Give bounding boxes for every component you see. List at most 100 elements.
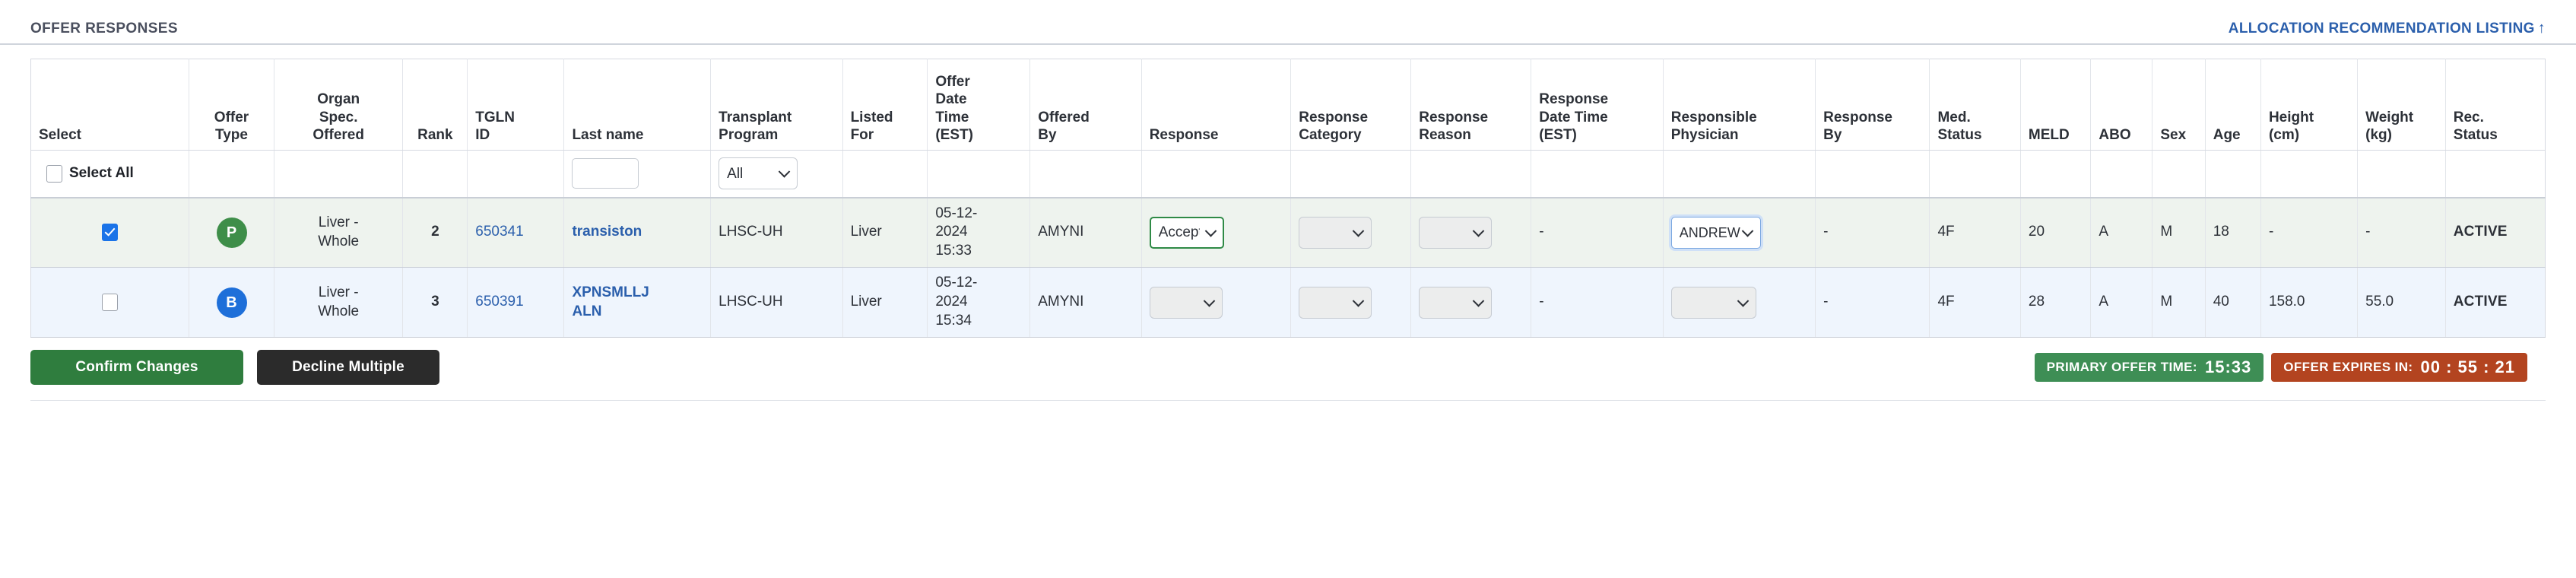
row-abo-cell: A: [2090, 197, 2153, 268]
row-sex-cell: M: [2152, 267, 2206, 338]
table-header-row: Select Offer Type Organ Spec. Offered Rank …: [30, 59, 2546, 151]
row-listed-for-cell: Liver: [842, 267, 928, 338]
row-tgln-id-cell: 650341: [467, 197, 565, 268]
row-transplant-program-cell: LHSC-UH: [710, 267, 843, 338]
row-last-name-cell: XPNSMLLJ ALN: [563, 267, 712, 338]
row-organ-spec-cell: Liver - Whole: [273, 197, 404, 268]
row-age-cell: 18: [2204, 197, 2261, 268]
filter-response-reason-cell: [1410, 150, 1532, 198]
col-header-med-status: Med. Status: [1929, 59, 2021, 151]
response-category-select-wrap: [1299, 286, 1372, 319]
footer-timers: PRIMARY OFFER TIME: 15:33 OFFER EXPIRES …: [2034, 353, 2546, 382]
filter-select-all-cell: Select All: [30, 150, 190, 198]
offer-type-badge: P: [216, 217, 247, 248]
row-response-category-cell: [1290, 197, 1412, 268]
offer-expires-label: OFFER EXPIRES IN:: [2283, 360, 2413, 374]
response-category-select[interactable]: [1299, 286, 1372, 319]
last-name-link[interactable]: transiston: [572, 224, 642, 240]
col-header-age: Age: [2204, 59, 2261, 151]
bottom-divider: [30, 400, 2546, 401]
offer-responses-table-wrap: Select Offer Type Organ Spec. Offered Rank …: [0, 45, 2576, 338]
col-header-height: Height (cm): [2260, 59, 2359, 151]
row-response-reason-cell: [1410, 197, 1532, 268]
filter-rank-cell: [402, 150, 468, 198]
row-tgln-id-cell: 650391: [467, 267, 565, 338]
confirm-changes-button[interactable]: Confirm Changes: [30, 350, 243, 385]
response-select-wrap: Accept: [1149, 216, 1224, 249]
row-offer-type-cell: P: [189, 197, 274, 268]
col-header-listed-for: Listed For: [842, 59, 928, 151]
primary-offer-time-value: 15:33: [2204, 357, 2252, 376]
table-row: B Liver - Whole 3 650391 XPNSMLLJ ALN LHSC…: [30, 267, 2546, 338]
response-category-select[interactable]: [1299, 216, 1372, 249]
tgln-id-link[interactable]: 650341: [475, 224, 523, 240]
response-reason-select[interactable]: [1419, 216, 1493, 249]
filter-age-cell: [2204, 150, 2261, 198]
row-rank-cell: 2: [402, 197, 468, 268]
row-select-cell: [30, 197, 190, 268]
col-header-sex: Sex: [2152, 59, 2206, 151]
response-reason-select[interactable]: [1419, 286, 1493, 319]
row-sex-cell: M: [2152, 197, 2206, 268]
footer-action-buttons: Confirm Changes Decline Multiple: [30, 350, 439, 385]
row-select-cell: [30, 267, 190, 338]
filter-listed-for-cell: [842, 150, 928, 198]
responsible-physician-select[interactable]: [1670, 286, 1756, 319]
row-select-checkbox[interactable]: [102, 223, 119, 241]
filter-offer-type-cell: [189, 150, 274, 198]
row-age-cell: 40: [2204, 267, 2261, 338]
response-category-select-wrap: [1299, 216, 1372, 249]
filter-offer-dt-cell: [927, 150, 1031, 198]
allocation-recommendation-listing-link[interactable]: ALLOCATION RECOMMENDATION LISTING ↑: [2229, 20, 2546, 37]
table-row: P Liver - Whole 2 650341 transiston LHSC-…: [30, 197, 2546, 268]
row-select-checkbox[interactable]: [102, 293, 119, 311]
filter-responsible-physician-cell: [1662, 150, 1816, 198]
col-header-tgln-id: TGLN ID: [467, 59, 565, 151]
filter-meld-cell: [2019, 150, 2092, 198]
row-organ-spec-cell: Liver - Whole: [273, 267, 404, 338]
col-header-rank: Rank: [402, 59, 468, 151]
filter-med-status-cell: [1929, 150, 2021, 198]
col-header-organ-spec-offered: Organ Spec. Offered: [273, 59, 404, 151]
row-response-cell: Accept: [1140, 197, 1292, 268]
offer-expires-badge: OFFER EXPIRES IN: 00 : 55 : 21: [2271, 353, 2527, 382]
page-title: OFFER RESPONSES: [30, 21, 178, 37]
col-header-rec-status: Rec. Status: [2444, 59, 2546, 151]
row-meld-cell: 20: [2019, 197, 2092, 268]
response-select[interactable]: [1149, 286, 1223, 319]
allocation-link-label: ALLOCATION RECOMMENDATION LISTING: [2228, 21, 2535, 37]
filter-height-cell: [2260, 150, 2359, 198]
filter-sex-cell: [2152, 150, 2206, 198]
select-all-toggle[interactable]: Select All: [39, 164, 181, 183]
row-offer-dt-cell: 05-12- 2024 15:34: [927, 267, 1031, 338]
filter-transplant-program-cell: All: [710, 150, 843, 198]
last-name-link[interactable]: XPNSMLLJ ALN: [572, 284, 649, 319]
col-header-meld: MELD: [2019, 59, 2092, 151]
transplant-program-filter-wrap: All: [719, 157, 798, 190]
tgln-id-link[interactable]: 650391: [475, 294, 523, 310]
row-offer-type-cell: B: [189, 267, 274, 338]
decline-multiple-button[interactable]: Decline Multiple: [257, 350, 439, 385]
select-all-checkbox[interactable]: [46, 164, 62, 183]
col-header-response-by: Response By: [1815, 59, 1930, 151]
filter-tgln-id-cell: [467, 150, 565, 198]
responsible-physician-select-wrap: [1670, 286, 1756, 319]
filter-response-cell: [1140, 150, 1292, 198]
row-weight-cell: -: [2357, 197, 2446, 268]
col-header-select: Select: [30, 59, 190, 151]
transplant-program-filter-select[interactable]: All: [719, 157, 798, 190]
filter-offered-by-cell: [1029, 150, 1142, 198]
row-offer-dt-cell: 05-12- 2024 15:33: [927, 197, 1031, 268]
col-header-last-name: Last name: [563, 59, 712, 151]
col-header-offer-type: Offer Type: [189, 59, 274, 151]
row-meld-cell: 28: [2019, 267, 2092, 338]
filter-organ-spec-cell: [273, 150, 404, 198]
response-select[interactable]: Accept: [1149, 216, 1224, 249]
filter-last-name-cell: [563, 150, 712, 198]
last-name-filter-input[interactable]: [572, 158, 639, 189]
responsible-physician-select[interactable]: ANDREW: [1670, 216, 1761, 249]
offer-type-badge: B: [216, 287, 247, 318]
filter-response-dt-cell: [1531, 150, 1664, 198]
row-med-status-cell: 4F: [1929, 197, 2021, 268]
filter-response-by-cell: [1815, 150, 1930, 198]
